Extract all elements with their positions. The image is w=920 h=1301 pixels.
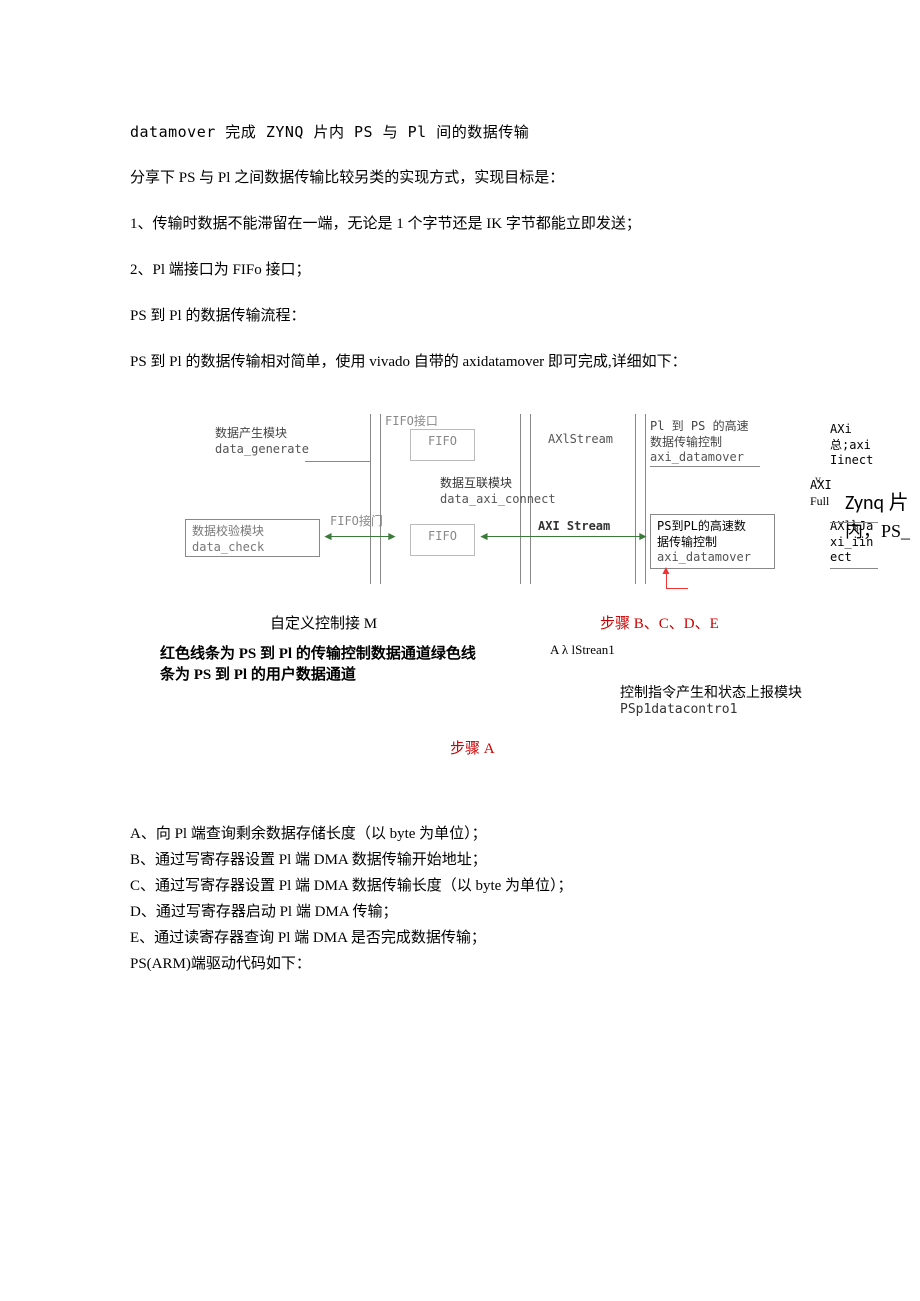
data-connector-en: data_axi_connect [440,492,556,506]
arrow-right-icon: ► [637,530,649,542]
fifo-interface-label-top: FIFO接口 [385,414,438,430]
diagram-hline-red [666,588,688,589]
data-check-block: 数据校验模块 data_check [185,519,320,557]
title: datamover 完成 ZYNQ 片内 PS 与 Pl 间的数据传输 [130,120,820,144]
right-note-text: xi_iin [830,535,873,549]
diagram-vline [645,414,646,584]
ps-to-pl-block: PS到PL的高速数 据传输控制 axi_datamover [650,514,775,569]
arrow-up-icon: ▲ [660,564,672,576]
fifo-box-bottom: FIFO [410,524,475,556]
diagram-hline [305,461,370,462]
pl-to-ps-block: Pl 到 PS 的高速 数据传输控制 axi_datamover [650,419,749,466]
caption-control-module: 控制指令产生和状态上报模块 PSp1datacontro1 [620,682,802,718]
right-note-text: Full [810,494,829,508]
right-note-text: Iinect [830,453,873,467]
caption-line2: 条为 PS 到 Pl 的用户数据通道 [160,667,356,683]
goal-2: 2、Pl 端接口为 FIFo 接口； [130,258,820,282]
diagram-vline [635,414,636,584]
diagram-vline [370,414,371,584]
right-note-text: AXi [830,422,852,436]
data-connector-block: 数据互联模块 data_axi_connect [440,476,556,507]
caption-line1: 红色线条为 PS 到 Pl 的传输控制数据通道绿色线 [160,646,476,662]
document-page: datamover 完成 ZYNQ 片内 PS 与 Pl 间的数据传输 分享下 … [0,0,920,1038]
caption-control-module-cn: 控制指令产生和状态上报模块 [620,686,802,701]
arrow-right-icon: ► [386,530,398,542]
fifo-box-top: FIFO [410,429,475,461]
data-check-cn: 数据校验模块 [192,524,264,538]
data-generate-en: data_generate [215,442,309,456]
data-generate-block: 数据产生模块 data_generate [215,426,309,457]
note-zynq: Zynq 片 [845,491,909,515]
step-e: E、通过读寄存器查询 Pl 端 DMA 是否完成数据传输； [130,926,820,950]
right-note-text: 总;axi [830,438,871,452]
block-diagram: 数据产生模块 data_generate FIFO接口 FIFO AXlStre… [130,414,820,604]
diagram-hline [830,522,878,523]
diagram-captions: 自定义控制接 M 步骤 B、C、D、E 红色线条为 PS 到 Pl 的传输控制数… [130,612,820,782]
caption-red-green-lines: 红色线条为 PS 到 Pl 的传输控制数据通道绿色线 条为 PS 到 Pl 的用… [160,642,530,684]
pl-to-ps-en: axi_datamover [650,450,744,464]
fifo-interface-label-bottom: FIFO接门 [330,514,383,530]
step-d: D、通过写寄存器启动 Pl 端 DMA 传输； [130,900,820,924]
data-connector-cn: 数据互联模块 [440,476,512,490]
pl-to-ps-cn1: Pl 到 PS 的高速 [650,419,749,433]
intro-paragraph: 分享下 PS 与 Pl 之间数据传输比较另类的实现方式，实现目标是： [130,166,820,190]
caption-axi-stream: A λ lStrean1 [550,642,615,658]
diagram-vline [380,414,381,584]
caption-custom-control: 自定义控制接 M [270,612,377,633]
step-a: A、向 Pl 端查询剩余数据存储长度（以 byte 为单位）； [130,822,820,846]
caption-steps-bcde: 步骤 B、C、D、E [600,612,719,633]
pl-to-ps-cn2: 数据传输控制 [650,435,722,449]
diagram-hline-green [330,536,390,537]
right-note-1: AXi 总;axi Iinect [830,422,873,469]
axi-stream-label-mid: AXI Stream [538,519,610,535]
step-b: B、通过写寄存器设置 Pl 端 DMA 数据传输开始地址； [130,848,820,872]
ps-to-pl-cn2: 据传输控制 [657,535,717,549]
diagram-hline [650,466,760,467]
driver-code-heading: PS(ARM)端驱动代码如下： [130,952,820,976]
right-note-text: AXI [810,478,832,492]
data-check-en: data_check [192,540,264,554]
flow-heading: PS 到 Pl 的数据传输流程： [130,304,820,328]
right-note-2: AXI Full [810,478,832,509]
data-generate-cn: 数据产生模块 [215,426,287,440]
diagram-hline [830,568,878,569]
diagram-hline-green [486,536,641,537]
ps-to-pl-cn1: PS到PL的高速数 [657,519,746,533]
axi-stream-label-top: AXlStream [548,432,613,448]
step-c: C、通过写寄存器设置 Pl 端 DMA 数据传输长度（以 byte 为单位）； [130,874,820,898]
caption-control-module-en: PSp1datacontro1 [620,702,737,717]
right-note-3: AXl⅛Ja xi_iin ect [830,519,873,566]
caption-step-a: 步骤 A [450,737,495,758]
goal-1: 1、传输时数据不能滞留在一端，无论是 1 个字节还是 IK 字节都能立即发送； [130,212,820,236]
flow-description: PS 到 Pl 的数据传输相对简单，使用 vivado 自带的 axidatam… [130,350,820,374]
steps-list: A、向 Pl 端查询剩余数据存储长度（以 byte 为单位）； B、通过写寄存器… [130,822,820,976]
right-note-text: ect [830,550,852,564]
